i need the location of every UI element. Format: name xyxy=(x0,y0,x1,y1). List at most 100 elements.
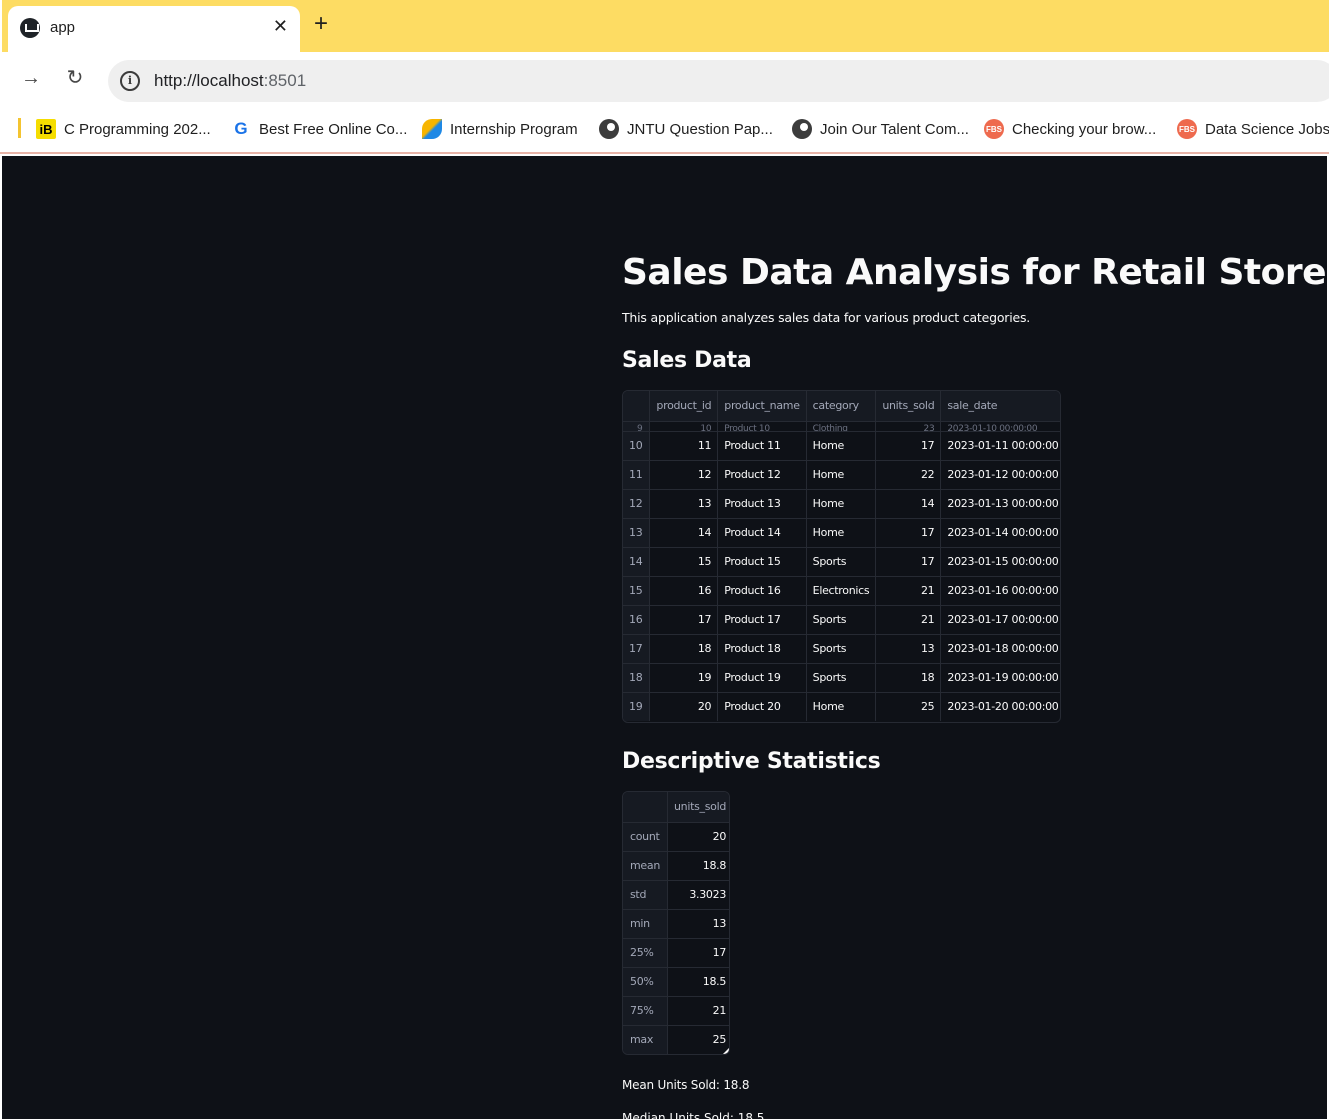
table-cell[interactable]: 18.8 xyxy=(667,851,729,881)
table-cell[interactable]: 21 xyxy=(667,996,729,1026)
active-tab[interactable]: app ✕ xyxy=(8,6,300,52)
table-cell[interactable]: 12 xyxy=(649,460,719,490)
table-cell[interactable]: 17 xyxy=(875,518,942,548)
bookmark-item[interactable]: G Best Free Online Co... xyxy=(231,118,407,140)
table-cell[interactable]: 18 xyxy=(875,663,942,693)
table-cell[interactable]: 25 xyxy=(875,692,942,721)
table-cell[interactable]: 22 xyxy=(875,460,942,490)
table-row[interactable]: count 20 xyxy=(623,822,729,852)
table-row[interactable]: 13 14 Product 14 Home 17 2023-01-14 00:00:00 xyxy=(623,518,1060,548)
table-cell[interactable]: Home xyxy=(806,431,877,461)
table-row[interactable]: min 13 xyxy=(623,909,729,939)
table-row[interactable]: 50% 18.5 xyxy=(623,967,729,997)
table-row[interactable]: 16 17 Product 17 Sports 21 2023-01-17 00:00:0… xyxy=(623,605,1060,635)
table-cell[interactable]: 21 xyxy=(875,576,942,606)
table-cell[interactable]: Sports xyxy=(806,663,877,693)
table-row[interactable]: max 25 xyxy=(623,1025,730,1054)
table-row[interactable]: 11 12 Product 12 Home 22 2023-01-12 00:00:00 xyxy=(623,460,1060,490)
table-cell[interactable]: Home xyxy=(806,489,877,519)
table-cell[interactable]: Product 18 xyxy=(717,634,807,664)
url-text[interactable]: http://localhost:8501 xyxy=(154,71,306,91)
table-cell[interactable]: Product 12 xyxy=(717,460,807,490)
bookmark-item[interactable]: FBS Data Science Jobs... xyxy=(1177,118,1329,140)
column-header[interactable]: product_name xyxy=(717,391,807,422)
table-cell[interactable]: 23 xyxy=(875,421,942,432)
table-row[interactable]: 15 16 Product 16 Electronics 21 2023-01-16 00… xyxy=(623,576,1060,606)
table-cell[interactable]: Clothing xyxy=(806,421,877,432)
table-cell[interactable]: 17 xyxy=(875,547,942,577)
table-cell[interactable]: 10 xyxy=(649,421,719,432)
column-header[interactable]: units_sold xyxy=(875,391,942,422)
table-cell[interactable]: Sports xyxy=(806,605,877,635)
table-cell[interactable]: 3.3023 xyxy=(667,880,729,910)
bookmark-item[interactable]: Internship Program xyxy=(422,118,578,140)
table-row[interactable]: 12 13 Product 13 Home 14 2023-01-13 00:00:00 xyxy=(623,489,1060,519)
bookmark-item[interactable]: FBS Checking your brow... xyxy=(984,118,1156,140)
new-tab-button[interactable]: + xyxy=(314,12,328,36)
table-cell[interactable]: Product 11 xyxy=(717,431,807,461)
forward-arrow-icon[interactable]: → xyxy=(19,66,43,90)
table-cell[interactable]: 17 xyxy=(649,605,719,635)
bookmark-item[interactable]: JNTU Question Pap... xyxy=(599,118,773,140)
resize-handle-icon[interactable] xyxy=(723,1048,729,1054)
table-row[interactable]: 10 11 Product 11 Home 17 2023-01-11 00:00:00 xyxy=(623,431,1060,461)
table-row[interactable]: std 3.3023 xyxy=(623,880,729,910)
column-header[interactable]: units_sold xyxy=(667,792,729,823)
table-cell[interactable]: 2023-01-16 00:00:00 xyxy=(940,576,1060,606)
table-cell[interactable]: 2023-01-15 00:00:00 xyxy=(940,547,1060,577)
table-cell[interactable]: Product 15 xyxy=(717,547,807,577)
table-cell[interactable]: 13 xyxy=(875,634,942,664)
sales-data-table[interactable]: product_id product_name category units_sold… xyxy=(622,390,1061,723)
column-header[interactable]: sale_date xyxy=(940,391,1060,422)
table-cell[interactable]: Product 17 xyxy=(717,605,807,635)
table-cell[interactable]: 2023-01-20 00:00:00 xyxy=(941,692,1060,721)
site-info-icon[interactable]: i xyxy=(120,71,140,91)
table-cell[interactable]: 2023-01-13 00:00:00 xyxy=(940,489,1060,519)
table-cell[interactable]: 14 xyxy=(875,489,942,519)
table-cell[interactable]: 2023-01-17 00:00:00 xyxy=(940,605,1060,635)
column-header[interactable]: category xyxy=(806,391,877,422)
bookmark-item[interactable]: iB C Programming 202... xyxy=(36,118,211,140)
table-row[interactable]: 17 18 Product 18 Sports 13 2023-01-18 00:00:0… xyxy=(623,634,1060,664)
table-cell[interactable]: Home xyxy=(806,460,877,490)
table-cell[interactable]: 21 xyxy=(875,605,942,635)
table-cell[interactable]: 18.5 xyxy=(667,967,729,997)
table-cell[interactable]: 15 xyxy=(649,547,719,577)
address-bar[interactable]: i http://localhost:8501 xyxy=(108,60,1329,102)
table-cell[interactable]: Product 14 xyxy=(717,518,807,548)
close-tab-icon[interactable]: ✕ xyxy=(273,16,288,37)
table-row[interactable]: mean 18.8 xyxy=(623,851,729,881)
statistics-table[interactable]: units_sold count 20 mean 18.8 std 3.3023 min 13… xyxy=(622,791,730,1055)
table-cell[interactable]: 2023-01-14 00:00:00 xyxy=(940,518,1060,548)
table-cell[interactable]: 11 xyxy=(649,431,719,461)
reload-icon[interactable]: ↻ xyxy=(63,66,87,90)
table-cell[interactable]: 2023-01-10 00:00:00 xyxy=(940,421,1060,432)
table-cell[interactable]: 13 xyxy=(649,489,719,519)
table-cell[interactable]: Product 13 xyxy=(717,489,807,519)
table-row[interactable]: 25% 17 xyxy=(623,938,729,968)
table-cell[interactable]: Product 10 xyxy=(717,421,807,432)
table-cell[interactable]: Sports xyxy=(806,634,877,664)
table-row[interactable]: 75% 21 xyxy=(623,996,729,1026)
table-cell[interactable]: Sports xyxy=(806,547,877,577)
table-cell[interactable]: 25 xyxy=(668,1025,730,1054)
table-row[interactable]: 18 19 Product 19 Sports 18 2023-01-19 00:00:0… xyxy=(623,663,1060,693)
table-cell[interactable]: 14 xyxy=(649,518,719,548)
table-cell[interactable]: 20 xyxy=(667,822,729,852)
table-row[interactable]: 9 10 Product 10 Clothing 23 2023-01-10 00:00:… xyxy=(623,421,1060,432)
table-row[interactable]: 19 20 Product 20 Home 25 2023-01-20 00:00:00 xyxy=(623,692,1060,721)
table-cell[interactable]: 20 xyxy=(649,692,719,721)
table-cell[interactable]: 16 xyxy=(649,576,719,606)
table-cell[interactable]: Home xyxy=(806,692,877,721)
table-cell[interactable]: 17 xyxy=(875,431,942,461)
table-cell[interactable]: Product 20 xyxy=(717,692,807,721)
table-cell[interactable]: Electronics xyxy=(806,576,877,606)
table-cell[interactable]: 19 xyxy=(649,663,719,693)
table-cell[interactable]: 13 xyxy=(667,909,729,939)
table-cell[interactable]: 2023-01-19 00:00:00 xyxy=(940,663,1060,693)
table-cell[interactable]: 2023-01-12 00:00:00 xyxy=(940,460,1060,490)
table-cell[interactable]: 2023-01-11 00:00:00 xyxy=(940,431,1060,461)
table-cell[interactable]: 18 xyxy=(649,634,719,664)
table-row[interactable]: 14 15 Product 15 Sports 17 2023-01-15 00:00:0… xyxy=(623,547,1060,577)
table-cell[interactable]: 2023-01-18 00:00:00 xyxy=(940,634,1060,664)
